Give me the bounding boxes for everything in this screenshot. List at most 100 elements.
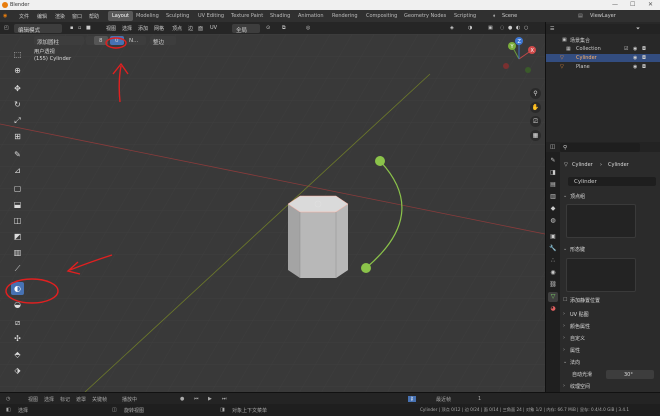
blender-menu-icon[interactable]: ◉ [3,13,7,19]
scene-name[interactable]: Scene [502,13,517,19]
menu-render[interactable]: 渲染 [55,13,65,20]
edge-slide-tool-icon[interactable]: ⧄ [11,316,24,329]
add-cube-tool-icon[interactable]: ▢ [11,182,24,195]
constraints-tab-icon[interactable]: ⛓ [548,280,558,290]
tab-rendering[interactable]: Rendering [328,11,362,21]
extrude-tool-icon[interactable]: ⬓ [11,198,24,211]
face-select-icon[interactable]: ■ [86,25,91,31]
3d-viewport[interactable]: 添加圆柱 12 8 0 N... 整边 用户透视 (155) Cylinder … [0,34,545,392]
loop-cut-tool-icon[interactable]: ▥ [11,246,24,259]
xray-icon[interactable]: ▣ [488,25,493,31]
ortho-toggle-icon[interactable]: ▦ [530,130,541,141]
menu-mesh[interactable]: 网格 [154,25,164,32]
tab-animation[interactable]: Animation [294,11,328,21]
scene-tab-icon[interactable]: ◆ [548,204,558,214]
section-shape-keys[interactable]: ⌄ 形态键 [562,246,659,254]
minimize-button[interactable]: — [612,1,618,8]
menu-face[interactable]: 面 [198,25,203,32]
section-normals[interactable]: ⌄ 法向 [562,359,659,367]
timeline-menu-marker[interactable]: 标记 [60,396,70,403]
pivot-icon[interactable]: ⊙ [266,25,270,31]
rest-position-row[interactable]: ☐ 添加静置位置 [562,297,659,305]
shrink-fatten-tool-icon[interactable]: ✣ [11,332,24,345]
record-icon[interactable]: ● [180,396,184,402]
particles-tab-icon[interactable]: ∴ [548,256,558,266]
render-camera-icon[interactable]: ◘ [642,46,646,52]
menu-edge[interactable]: 边 [188,25,193,32]
cursor-tool-icon[interactable]: ⊕ [11,64,24,77]
operator-title-box[interactable]: 添加圆柱 [34,36,84,46]
render-camera-icon[interactable]: ◘ [642,64,646,70]
inset-tool-icon[interactable]: ◫ [11,214,24,227]
shading-render-icon[interactable]: ○ [524,25,528,31]
menu-uv[interactable]: UV [210,25,217,31]
section-color-attributes[interactable]: › 颜色属性 [562,323,659,331]
tab-geometry-nodes[interactable]: Geometry Nodes [400,11,450,21]
mesh-name-field[interactable]: Cylinder [568,177,656,186]
menu-help[interactable]: 帮助 [89,13,99,20]
section-vertex-groups[interactable]: ⌄ 顶点组 [562,193,659,201]
transform-orientation-dropdown[interactable]: 全局 [232,23,260,34]
timeline-menu-view[interactable]: 视图 [28,396,38,403]
visibility-eye-icon[interactable]: ◉ [633,46,637,52]
proportional-edit-icon[interactable]: ◎ [306,25,310,31]
shear-tool-icon[interactable]: ⬘ [11,348,24,361]
menu-file[interactable]: 文件 [19,13,29,20]
editor-type-icon[interactable]: ◰ [4,25,9,31]
outliner-scene-collection[interactable]: ▣ 场景集合 [546,36,660,44]
jump-start-icon[interactable]: ⏮ [194,396,199,402]
outliner-row-cylinder[interactable]: ▽ Cylinder ◉ ◘ [546,54,660,62]
tab-compositing[interactable]: Compositing [362,11,401,21]
type-field[interactable]: N... [126,36,146,45]
vertex-select-icon[interactable]: ▪ [70,25,73,31]
properties-search-input[interactable]: ⚲ [560,143,640,152]
physics-tab-icon[interactable]: ◉ [548,268,558,278]
tab-shading[interactable]: Shading [266,11,294,21]
tab-uv-editing[interactable]: UV Editing [194,11,228,21]
tool-tab-icon[interactable]: ✎ [548,156,558,166]
annotate-tool-icon[interactable]: ✎ [11,148,24,161]
outliner-row-plane[interactable]: ▽ Plane ◉ ◘ [546,63,660,71]
overlays-icon[interactable]: ◑ [468,25,472,31]
jump-end-icon[interactable]: ⏭ [222,396,227,402]
bevel-tool-icon[interactable]: ◩ [11,230,24,243]
autosmooth-angle-field[interactable]: 30° [606,370,654,379]
current-frame[interactable]: 1 [478,396,481,402]
timeline-menu-keyframe[interactable]: 关键帧 [92,396,107,403]
mesh-data-tab-icon[interactable]: ▽ [548,292,558,302]
menu-edit[interactable]: 编辑 [37,13,47,20]
section-texture-space[interactable]: › 纹理空间 [562,383,659,391]
spin-tool-icon[interactable]: ◐ [11,282,24,295]
menu-window[interactable]: 窗口 [72,13,82,20]
tab-sculpting[interactable]: Sculpting [162,11,193,21]
output-tab-icon[interactable]: ▤ [548,180,558,190]
outliner-filter-icon[interactable]: ⏷ [636,26,640,32]
view-layer-tab-icon[interactable]: ▥ [548,192,558,202]
section-custom[interactable]: › 自定义 [562,335,659,343]
exclude-checkbox-icon[interactable]: ☑ [624,46,628,52]
snap-icon[interactable]: ⧉ [282,25,286,31]
visibility-eye-icon[interactable]: ◉ [633,64,637,70]
shading-wire-icon[interactable]: ◌ [500,25,504,31]
fill-type-field[interactable]: 整边 [150,36,176,46]
timeline-menu-select[interactable]: 选择 [44,396,54,403]
visibility-eye-icon[interactable]: ◉ [633,55,637,61]
mode-dropdown[interactable]: 编辑模式 [14,23,62,34]
play-icon[interactable]: ▶ [208,396,212,402]
render-tab-icon[interactable]: ◨ [548,168,558,178]
maximize-button[interactable]: ☐ [630,1,635,8]
checkbox-icon[interactable]: ☐ [563,297,567,303]
viewlayer-name[interactable]: ViewLayer [590,13,616,19]
viewport-view-icon[interactable]: ◈ [450,25,454,31]
close-button[interactable]: ✕ [648,1,653,8]
camera-view-icon[interactable]: ⎚ [530,116,541,127]
material-tab-icon[interactable]: ◕ [548,304,558,314]
smooth-tool-icon[interactable]: ◒ [11,298,24,311]
world-tab-icon[interactable]: ◍ [548,216,558,226]
scale-tool-icon[interactable]: ⤢ [11,114,24,127]
vertex-groups-list[interactable] [566,204,636,238]
menu-vertex[interactable]: 顶点 [172,25,182,32]
keying-set-icon[interactable]: ⚷ [408,396,416,402]
edge-select-icon[interactable]: ▫ [78,25,81,31]
tab-layout[interactable]: Layout [108,11,133,21]
